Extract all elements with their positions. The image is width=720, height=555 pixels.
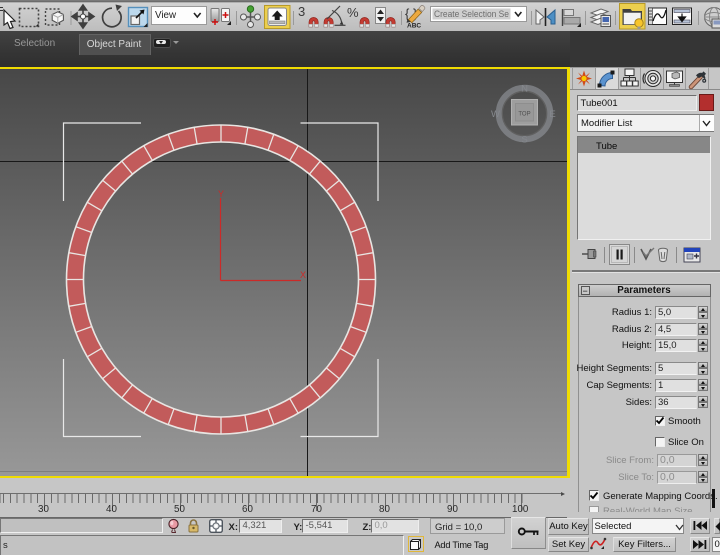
svg-text:ABC: ABC bbox=[407, 23, 421, 30]
svg-text:N: N bbox=[521, 84, 528, 95]
svg-text:E: E bbox=[549, 109, 555, 120]
svg-text:3: 3 bbox=[298, 4, 305, 19]
svg-text:Y: Y bbox=[218, 189, 224, 199]
svg-text:%: % bbox=[347, 5, 359, 20]
svg-text:X: X bbox=[300, 270, 306, 280]
svg-text:S: S bbox=[521, 135, 527, 146]
svg-text:Create Selection Se: Create Selection Se bbox=[434, 9, 509, 19]
svg-text:TOP: TOP bbox=[518, 112, 530, 118]
svg-text:W: W bbox=[491, 109, 500, 120]
svg-text:View: View bbox=[155, 10, 177, 21]
